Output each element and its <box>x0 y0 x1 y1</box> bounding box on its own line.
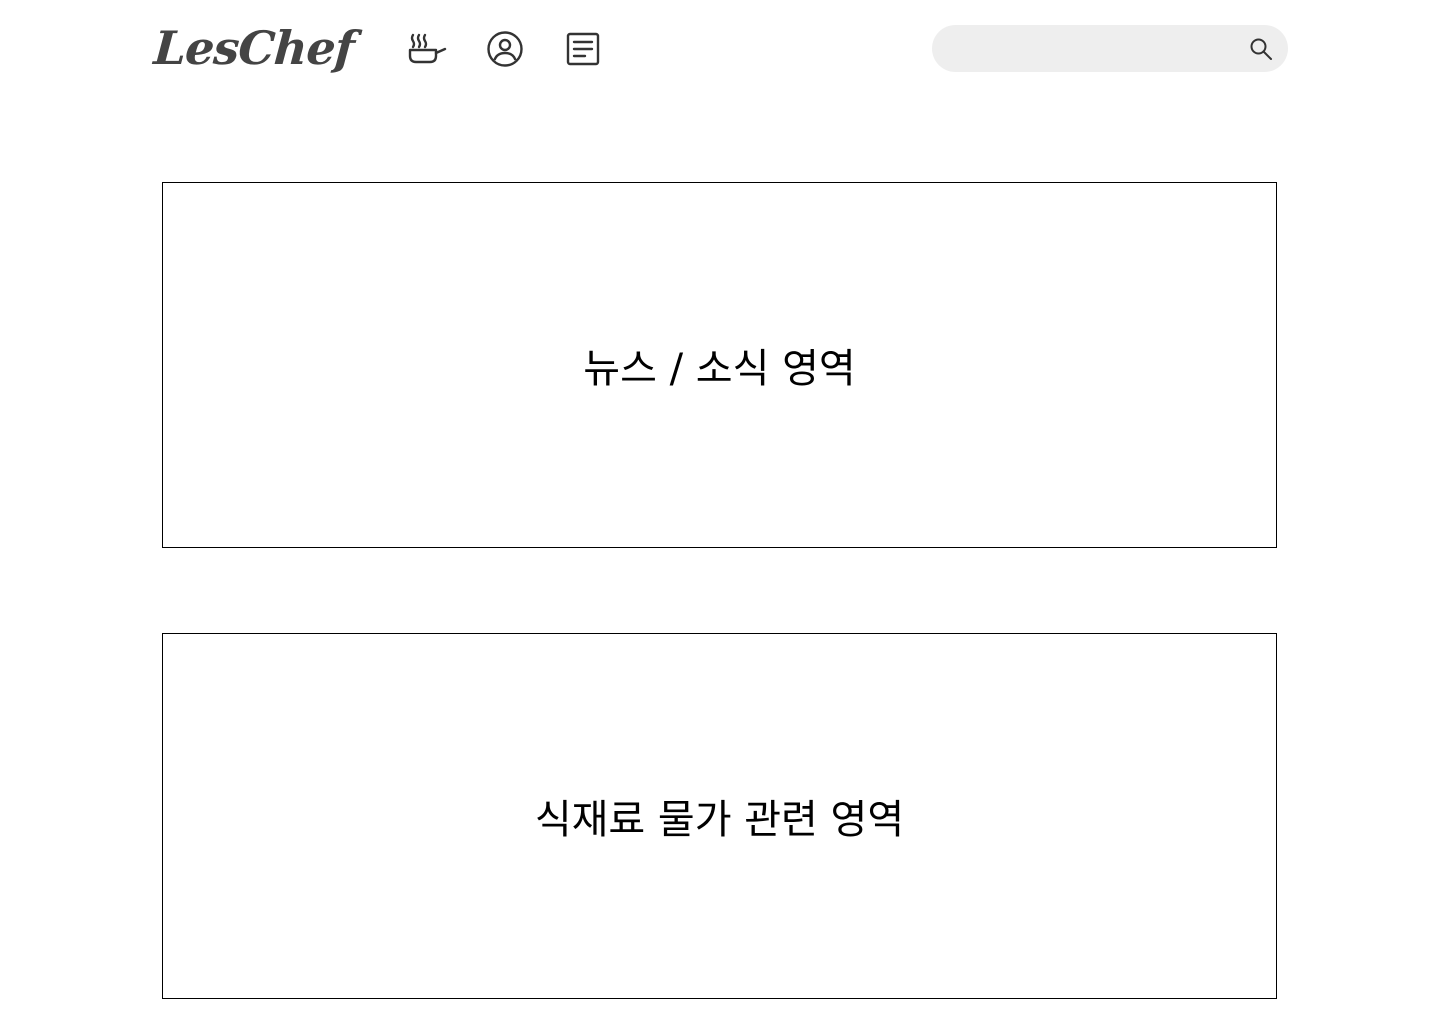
top-header: LesChef <box>0 0 1440 100</box>
ingredient-price-section: 식재료 물가 관련 영역 <box>162 633 1277 999</box>
news-section: 뉴스 / 소식 영역 <box>162 182 1277 548</box>
search-icon <box>1248 38 1274 66</box>
logo[interactable]: LesChef <box>152 18 356 78</box>
search-bar <box>932 25 1288 74</box>
search-input[interactable] <box>952 25 1246 74</box>
user-circle-icon <box>485 29 525 69</box>
search-button[interactable] <box>1248 36 1274 62</box>
cooking-pot-icon <box>407 29 447 69</box>
nav-board-button[interactable] <box>563 29 603 69</box>
nav-profile-button[interactable] <box>485 29 525 69</box>
nav-cooking-button[interactable] <box>407 29 447 69</box>
ingredient-price-section-title: 식재료 물가 관련 영역 <box>534 797 905 843</box>
document-icon <box>563 29 603 69</box>
news-section-title: 뉴스 / 소식 영역 <box>583 346 856 392</box>
